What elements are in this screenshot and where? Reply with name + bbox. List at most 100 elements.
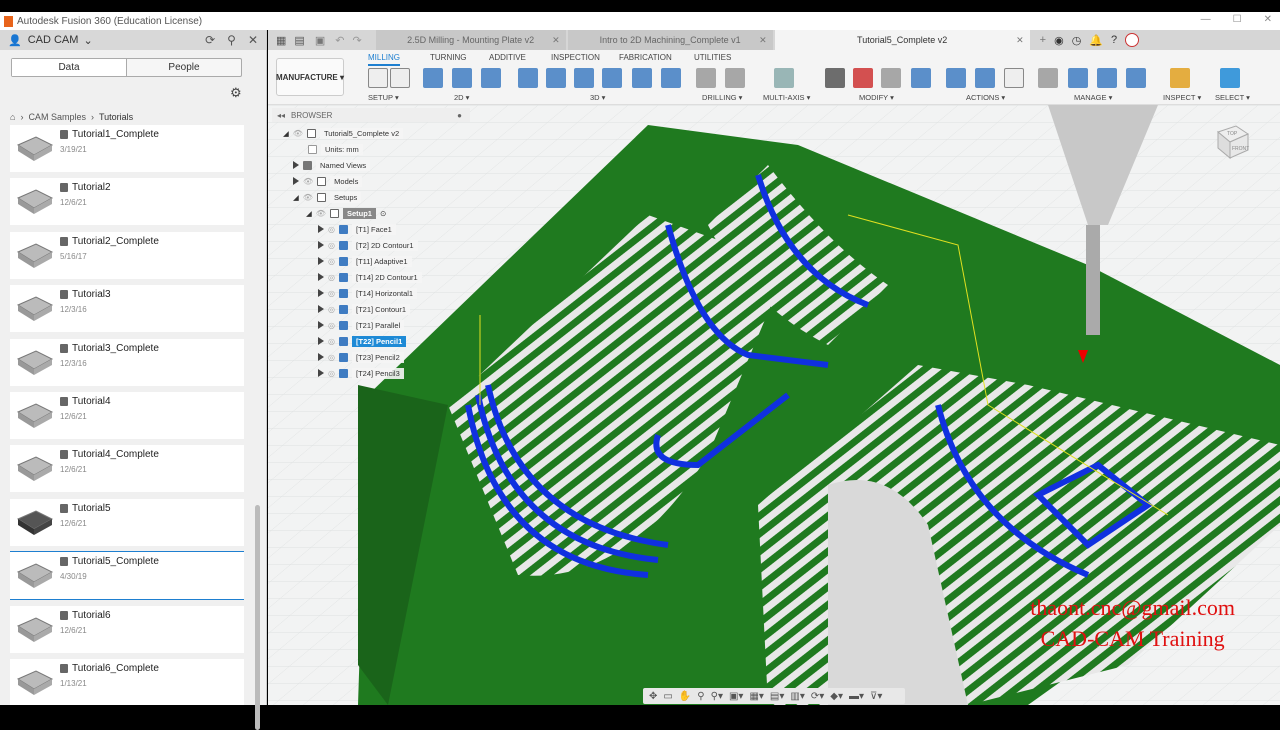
toolbar-tool-icon[interactable] [546,68,566,88]
toolbar-tool-icon[interactable] [1097,68,1117,88]
toolbar-tool-icon[interactable] [1170,68,1190,88]
viewcube-top[interactable]: TOP [1227,131,1238,137]
file-item[interactable]: Tutorial3_Complete 12/3/16 [10,338,244,386]
toolbar-tool-icon[interactable] [1068,68,1088,88]
expand-icon[interactable] [293,161,299,169]
fit-icon[interactable]: ⚲▾ [711,691,723,702]
eye-icon[interactable]: 👁 [316,209,326,218]
group-2d[interactable]: 2D ▾ [454,93,469,102]
tree-operation[interactable]: ◎ [T1] Face1 [318,222,396,236]
file-item[interactable]: Tutorial2_Complete 5/16/17 [10,231,244,279]
effects-icon[interactable]: ◆▾ [830,691,843,702]
look-at-icon[interactable]: ▭ [663,691,672,702]
job-status-icon[interactable]: ◷ [1072,34,1082,47]
tab-milling[interactable]: MILLING [368,53,401,66]
eye-icon[interactable]: 👁 [303,177,313,186]
pin-icon[interactable]: ● [457,111,462,120]
file-item[interactable]: Tutorial6 12/6/21 [10,605,244,653]
file-item[interactable]: Tutorial4_Complete 12/6/21 [10,445,244,493]
workspace-switcher[interactable]: MANUFACTURE ▾ [276,58,344,96]
group-3d[interactable]: 3D ▾ [590,93,605,102]
close-window-button[interactable]: ✕ [1264,14,1272,25]
toolbar-tool-icon[interactable] [602,68,622,88]
toolbar-tool-icon[interactable] [661,68,681,88]
orbit-icon[interactable]: ✥ [649,691,657,702]
toolbar-tool-icon[interactable] [696,68,716,88]
tree-units[interactable]: Units: mm [308,142,363,156]
group-drilling[interactable]: DRILLING ▾ [702,93,742,102]
toolbar-tool-icon[interactable] [725,68,745,88]
expand-icon[interactable] [318,289,324,297]
tab-additive[interactable]: ADDITIVE [489,53,526,62]
viewcube[interactable]: TOP FRONT [1210,120,1250,160]
tree-operation[interactable]: ◎ [T21] Parallel [318,318,405,332]
eye-icon[interactable]: 👁 [293,129,303,138]
tree-operation[interactable]: ◎ [T14] Horizontal1 [318,286,418,300]
display-settings-icon[interactable]: ▣▾ [729,691,743,702]
filter-icon[interactable]: ⊽▾ [870,691,882,702]
tree-setup1[interactable]: ◢ 👁 Setup1 ⊙ [306,206,386,220]
camera-icon[interactable]: ▥▾ [790,691,804,702]
undo-icon[interactable]: ↶ [335,34,344,47]
eye-hidden-icon[interactable]: ◎ [328,241,335,250]
scrollbar[interactable] [255,505,260,730]
eye-hidden-icon[interactable]: ◎ [328,225,335,234]
toolbar-tool-icon[interactable] [881,68,901,88]
tree-setups[interactable]: ◢ 👁 Setups [293,190,362,204]
collapse-icon[interactable]: ◢ [283,129,289,138]
toolbar-tool-icon[interactable] [975,68,995,88]
file-item[interactable]: Tutorial2 12/6/21 [10,178,244,226]
tab-inspection[interactable]: INSPECTION [551,53,600,62]
expand-icon[interactable] [318,305,324,313]
maximize-button[interactable]: ☐ [1233,14,1242,25]
refresh-icon[interactable]: ⟳ [205,33,215,47]
toolbar-tool-icon[interactable] [1004,68,1024,88]
file-item[interactable]: Tutorial5_Complete 4/30/19 [10,551,244,601]
eye-hidden-icon[interactable]: ◎ [328,337,335,346]
tab-turning[interactable]: TURNING [430,53,466,62]
tree-named-views[interactable]: Named Views [293,158,371,172]
group-modify[interactable]: MODIFY ▾ [859,93,894,102]
tree-operation[interactable]: ◎ [T21] Contour1 [318,302,411,316]
pan-icon[interactable]: ✋ [679,691,691,702]
group-manage[interactable]: MANAGE ▾ [1074,93,1112,102]
close-icon[interactable]: ✕ [248,33,258,47]
tree-models[interactable]: 👁 Models [293,174,363,188]
grid-menu-icon[interactable]: ▦ [276,34,286,47]
tree-operation[interactable]: ◎ [T23] Pencil2 [318,350,404,364]
home-icon[interactable]: ⌂ [10,112,15,122]
notifications-icon[interactable]: 🔔 [1089,34,1103,47]
toolbar-tool-icon[interactable] [390,68,410,88]
collapse-icon[interactable]: ◢ [293,193,299,202]
expand-icon[interactable] [318,225,324,233]
expand-icon[interactable] [318,337,324,345]
gear-icon[interactable]: ⚙ [230,85,242,101]
toolbar-tool-icon[interactable] [632,68,652,88]
file-item[interactable]: Tutorial1_Complete 3/19/21 [10,125,244,172]
redo-icon[interactable]: ↷ [352,34,361,47]
toolbar-tool-icon[interactable] [774,68,794,88]
group-setup[interactable]: SETUP ▾ [368,93,399,102]
toolbar-tool-icon[interactable] [518,68,538,88]
tree-operation[interactable]: ◎ [T2] 2D Contour1 [318,238,418,252]
toolbar-tool-icon[interactable] [481,68,501,88]
viewports-icon[interactable]: ▤▾ [770,691,784,702]
grid-icon[interactable]: ▦▾ [749,691,763,702]
active-setup-icon[interactable]: ⊙ [380,209,386,218]
eye-hidden-icon[interactable]: ◎ [328,257,335,266]
doc-tab-active[interactable]: Tutorial5_Complete v2 ✕ [774,30,1030,50]
tree-operation[interactable]: ◎ [T24] Pencil3 [318,366,404,380]
toolbar-tool-icon[interactable] [853,68,873,88]
toolbar-tool-icon[interactable] [368,68,388,88]
zoom-icon[interactable]: ⚲ [697,691,704,702]
collapse-browser-icon[interactable]: ◂◂ [277,111,285,120]
toolbar-tool-icon[interactable] [946,68,966,88]
breadcrumb-cam-samples[interactable]: CAM Samples [28,112,86,122]
project-selector[interactable]: CAD CAM [28,34,79,46]
minimize-button[interactable]: — [1201,14,1211,25]
group-multi-axis[interactable]: MULTI-AXIS ▾ [763,93,810,102]
doc-tab[interactable]: Intro to 2D Machining_Complete v1 ✕ [567,30,773,50]
eye-hidden-icon[interactable]: ◎ [328,321,335,330]
tree-operation[interactable]: ◎ [T11] Adaptive1 [318,254,412,268]
avatar[interactable] [1125,33,1140,47]
